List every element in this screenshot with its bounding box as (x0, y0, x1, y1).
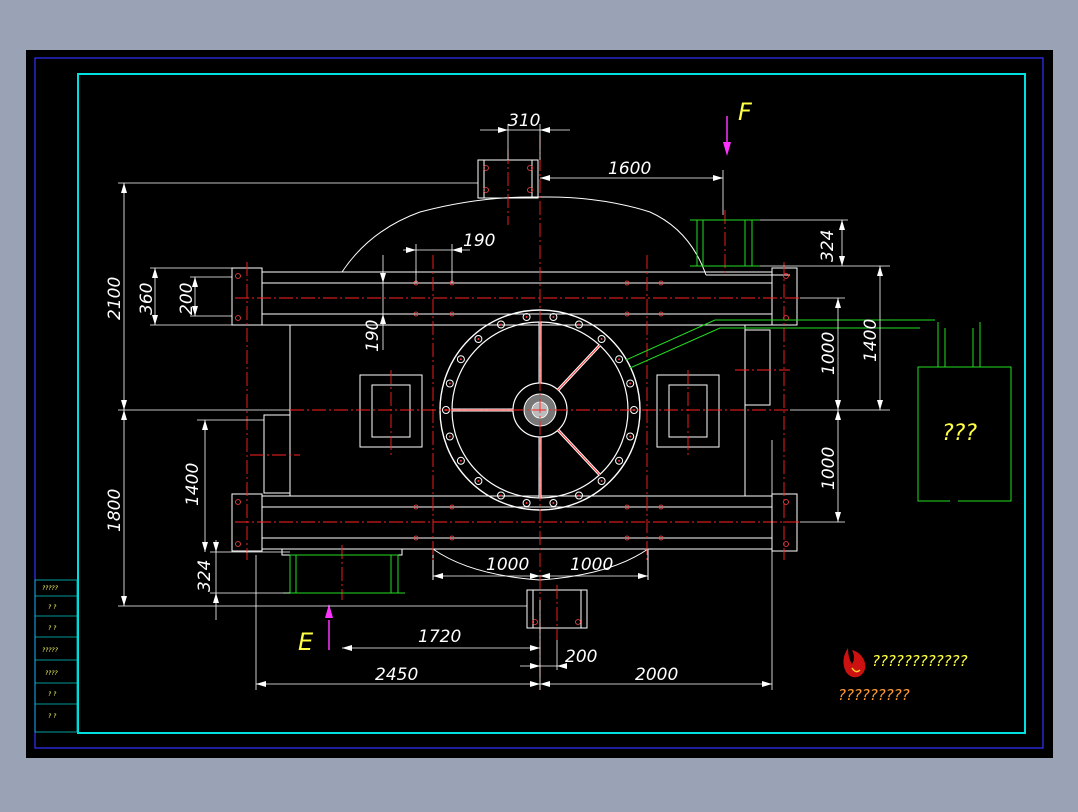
dim-1000-bottom-left: 1000 (486, 555, 529, 575)
dim-1800: 1800 (105, 489, 125, 532)
bolt-hole-center (500, 494, 502, 497)
company-subtitle: ????????? (838, 686, 910, 704)
strip-row-6: ? ? (48, 713, 57, 720)
box-label: ??? (942, 421, 977, 446)
bolt-hole-center (448, 435, 451, 438)
bolt-hole-center (552, 502, 555, 504)
bolt-hole-center (459, 459, 462, 462)
cad-drawing-canvas: ????? ? ? ? ? ????? ???? ? ? ? ? ??? F E… (26, 50, 1053, 758)
bolt-hole-center (459, 358, 462, 361)
dim-1000-right-upper: 1000 (819, 332, 839, 375)
bolt-hole-center (525, 502, 528, 504)
company-name: ???????????? (872, 652, 968, 670)
bolt-hole-center (629, 435, 632, 438)
dim-1720: 1720 (418, 627, 461, 647)
strip-row-2: ? ? (48, 625, 57, 632)
dim-324-bottom: 324 (195, 560, 215, 592)
bolt-hole-center (578, 323, 580, 326)
dim-200-bottom: 200 (565, 647, 597, 667)
dim-1400-left: 1400 (183, 463, 203, 506)
bolt-hole-center (600, 480, 603, 482)
bolt-hole-center (500, 323, 502, 326)
bolt-hole-center (552, 316, 555, 318)
dim-1400-right: 1400 (861, 319, 881, 362)
dim-2000: 2000 (635, 665, 678, 685)
dim-2100: 2100 (105, 277, 125, 320)
bolt-hole-center (477, 480, 480, 482)
bolt-hole-center (618, 358, 621, 361)
dim-190-horizontal: 190 (463, 231, 495, 251)
strip-row-5: ? ? (48, 691, 57, 698)
bolt-hole-center (448, 382, 451, 385)
dim-310: 310 (508, 111, 540, 131)
bolt-hole-center (477, 338, 480, 340)
bolt-hole-center (629, 382, 632, 385)
dim-2450: 2450 (375, 665, 418, 685)
bolt-hole-center (525, 316, 528, 318)
dim-1000-right-lower: 1000 (819, 447, 839, 490)
dim-190-vertical: 190 (363, 320, 383, 352)
strip-row-4: ???? (45, 670, 59, 677)
view-label-f: F (738, 98, 753, 126)
strip-row-3: ????? (42, 647, 59, 654)
cad-viewport: ????? ? ? ? ? ????? ???? ? ? ? ? ??? F E… (0, 0, 1078, 808)
dim-1600: 1600 (608, 159, 651, 179)
dim-324-top: 324 (818, 230, 838, 262)
bolt-hole-center (578, 494, 580, 497)
view-label-e: E (298, 628, 314, 656)
dim-200-left: 200 (177, 283, 197, 315)
dim-1000-bottom-right: 1000 (570, 555, 613, 575)
dim-360: 360 (137, 283, 157, 315)
strip-row-1: ? ? (48, 604, 57, 611)
strip-row-0: ????? (42, 585, 59, 592)
bolt-hole-center (618, 459, 621, 462)
bolt-hole-center (600, 338, 603, 340)
